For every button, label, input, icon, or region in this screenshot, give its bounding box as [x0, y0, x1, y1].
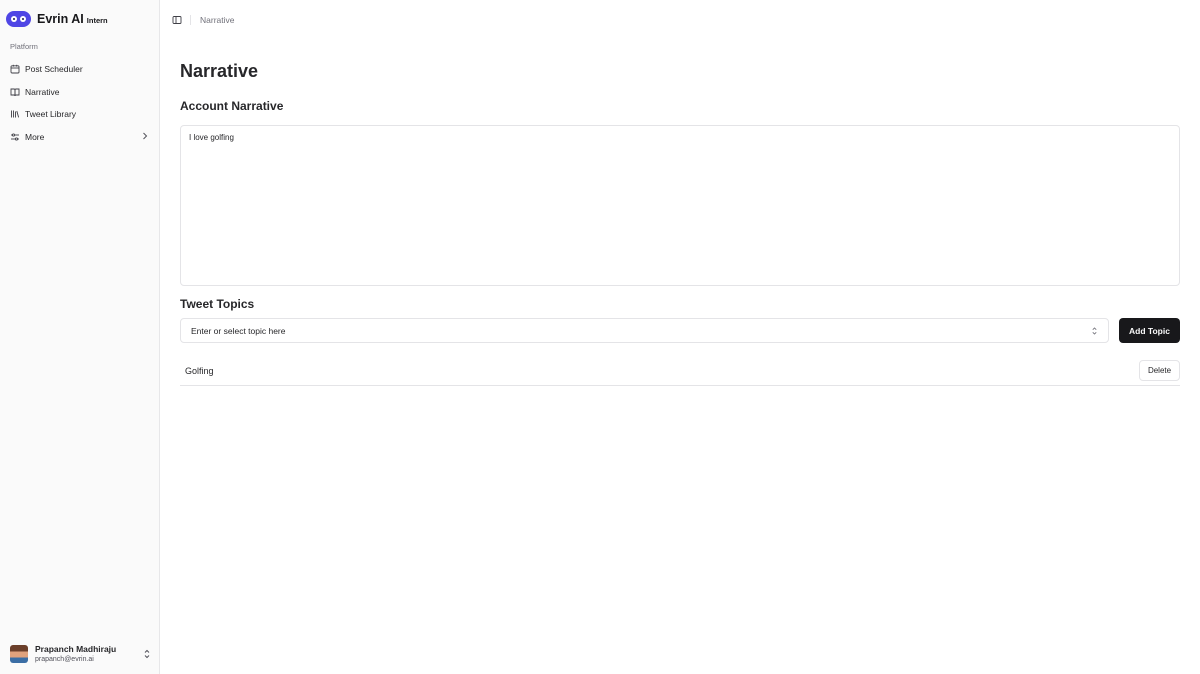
sidebar-nav: Post Scheduler Narrative Tweet Library M… [6, 58, 154, 148]
user-info: Prapanch Madhiraju prapanch@evrin.ai [35, 644, 116, 664]
delete-topic-button[interactable]: Delete [1139, 360, 1180, 381]
settings-sliders-icon [10, 132, 20, 142]
topic-combobox-placeholder: Enter or select topic here [191, 325, 286, 336]
sidebar-item-post-scheduler[interactable]: Post Scheduler [6, 58, 154, 81]
user-name: Prapanch Madhiraju [35, 644, 117, 654]
sidebar-item-tweet-library[interactable]: Tweet Library [6, 103, 154, 126]
sidebar-item-label: More [25, 131, 45, 142]
chevrons-up-down-icon[interactable] [142, 649, 152, 659]
sidebar-item-label: Tweet Library [25, 109, 77, 120]
user-email: prapanch@evrin.ai [35, 656, 94, 663]
topic-name: Golfing [185, 365, 214, 376]
book-open-icon [10, 87, 20, 97]
calendar-icon [10, 64, 20, 74]
avatar [10, 645, 28, 663]
nav-group-label: Platform [10, 42, 38, 51]
brand-badge: Intern [86, 16, 108, 25]
top-bar: Narrative [160, 0, 1200, 40]
topic-combobox[interactable]: Enter or select topic here [180, 318, 1109, 343]
sidebar: Evrin AI Intern Platform Post Scheduler … [0, 0, 160, 674]
page-title: Narrative [180, 61, 259, 81]
brand-name: Evrin AI [37, 12, 84, 26]
chevrons-up-down-icon [1091, 326, 1098, 336]
account-narrative-heading: Account Narrative [180, 99, 284, 113]
evrin-logo-icon [6, 11, 31, 27]
topic-row: Golfing Delete [180, 356, 1180, 386]
sidebar-item-narrative[interactable]: Narrative [6, 81, 154, 104]
breadcrumb-separator [190, 15, 191, 25]
chevron-right-icon [142, 132, 148, 142]
tweet-topics-heading: Tweet Topics [180, 297, 255, 311]
account-narrative-textarea[interactable]: I love golfing [180, 125, 1180, 286]
library-icon [10, 109, 20, 119]
sidebar-item-label: Narrative [25, 86, 60, 97]
sidebar-item-label: Post Scheduler [25, 64, 83, 75]
breadcrumb: Narrative [200, 15, 235, 25]
brand[interactable]: Evrin AI Intern [6, 10, 108, 28]
sidebar-item-more[interactable]: More [6, 126, 154, 149]
user-menu[interactable]: Prapanch Madhiraju prapanch@evrin.ai [10, 643, 152, 665]
add-topic-button[interactable]: Add Topic [1119, 318, 1180, 343]
sidebar-toggle-icon[interactable] [172, 15, 182, 25]
